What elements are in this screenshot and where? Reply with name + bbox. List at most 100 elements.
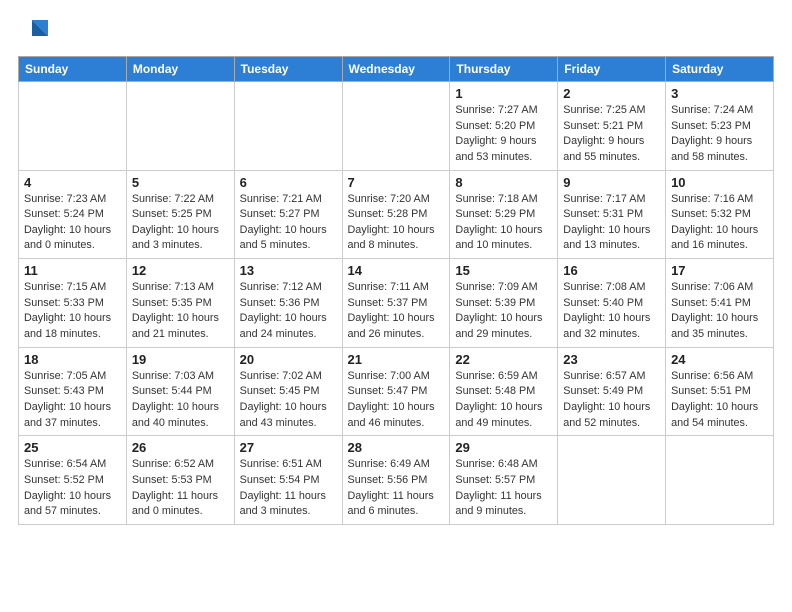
day-cell: 23 Sunrise: 6:57 AMSunset: 5:49 PMDayligh…: [558, 347, 666, 436]
day-cell: 14Sunrise: 7:11 AMSunset: 5:37 PMDayligh…: [342, 259, 450, 348]
day-cell: 16 Sunrise: 7:08 AMSunset: 5:40 PMDayligh…: [558, 259, 666, 348]
day-number: 29: [455, 440, 552, 455]
day-number: 12: [132, 263, 229, 278]
day-info: Sunrise: 7:22 AMSunset: 5:25 PMDaylight:…: [132, 192, 229, 255]
day-number: 21: [348, 352, 445, 367]
day-info: Sunrise: 7:18 AMSunset: 5:29 PMDaylight:…: [455, 192, 552, 255]
logo-icon: [22, 14, 52, 44]
day-cell: 17 Sunrise: 7:06 AMSunset: 5:41 PMDayligh…: [666, 259, 774, 348]
day-number: 22: [455, 352, 552, 367]
day-info: Sunrise: 7:03 AMSunset: 5:44 PMDaylight:…: [132, 369, 229, 432]
col-header-sunday: Sunday: [19, 57, 127, 82]
day-cell: 24 Sunrise: 6:56 AMSunset: 5:51 PMDayligh…: [666, 347, 774, 436]
day-info: Sunrise: 7:15 AMSunset: 5:33 PMDaylight:…: [24, 280, 121, 343]
day-info: Sunrise: 7:25 AMSunset: 5:21 PMDaylight:…: [563, 103, 660, 166]
day-info: Sunrise: 6:56 AMSunset: 5:51 PMDaylight:…: [671, 369, 768, 432]
day-info: Sunrise: 7:17 AMSunset: 5:31 PMDaylight:…: [563, 192, 660, 255]
day-cell: 9 Sunrise: 7:17 AMSunset: 5:31 PMDaylight…: [558, 170, 666, 259]
day-info: Sunrise: 6:54 AMSunset: 5:52 PMDaylight:…: [24, 457, 121, 520]
day-number: 11: [24, 263, 121, 278]
day-cell: 15 Sunrise: 7:09 AMSunset: 5:39 PMDayligh…: [450, 259, 558, 348]
day-cell: 20Sunrise: 7:02 AMSunset: 5:45 PMDayligh…: [234, 347, 342, 436]
week-row-5: 25Sunrise: 6:54 AMSunset: 5:52 PMDayligh…: [19, 436, 774, 525]
day-cell: 3 Sunrise: 7:24 AMSunset: 5:23 PMDaylight…: [666, 82, 774, 171]
day-cell: 5 Sunrise: 7:22 AMSunset: 5:25 PMDaylight…: [126, 170, 234, 259]
day-info: Sunrise: 6:48 AMSunset: 5:57 PMDaylight:…: [455, 457, 552, 520]
day-info: Sunrise: 7:06 AMSunset: 5:41 PMDaylight:…: [671, 280, 768, 343]
day-info: Sunrise: 7:24 AMSunset: 5:23 PMDaylight:…: [671, 103, 768, 166]
day-number: 17: [671, 263, 768, 278]
col-header-wednesday: Wednesday: [342, 57, 450, 82]
day-cell: 19 Sunrise: 7:03 AMSunset: 5:44 PMDayligh…: [126, 347, 234, 436]
calendar-body: 1 Sunrise: 7:27 AMSunset: 5:20 PMDaylight…: [19, 82, 774, 525]
day-number: 13: [240, 263, 337, 278]
day-info: Sunrise: 7:13 AMSunset: 5:35 PMDaylight:…: [132, 280, 229, 343]
day-info: Sunrise: 7:12 AMSunset: 5:36 PMDaylight:…: [240, 280, 337, 343]
page: SundayMondayTuesdayWednesdayThursdayFrid…: [0, 0, 792, 535]
day-number: 24: [671, 352, 768, 367]
day-cell: 13 Sunrise: 7:12 AMSunset: 5:36 PMDayligh…: [234, 259, 342, 348]
day-number: 3: [671, 86, 768, 101]
day-cell: 28Sunrise: 6:49 AMSunset: 5:56 PMDayligh…: [342, 436, 450, 525]
col-header-monday: Monday: [126, 57, 234, 82]
day-info: Sunrise: 6:49 AMSunset: 5:56 PMDaylight:…: [348, 457, 445, 520]
day-info: Sunrise: 7:16 AMSunset: 5:32 PMDaylight:…: [671, 192, 768, 255]
day-cell: 27 Sunrise: 6:51 AMSunset: 5:54 PMDayligh…: [234, 436, 342, 525]
col-header-tuesday: Tuesday: [234, 57, 342, 82]
week-row-1: 1 Sunrise: 7:27 AMSunset: 5:20 PMDaylight…: [19, 82, 774, 171]
week-row-3: 11 Sunrise: 7:15 AMSunset: 5:33 PMDayligh…: [19, 259, 774, 348]
day-number: 14: [348, 263, 445, 278]
day-cell: [558, 436, 666, 525]
day-cell: 21 Sunrise: 7:00 AMSunset: 5:47 PMDayligh…: [342, 347, 450, 436]
day-number: 10: [671, 175, 768, 190]
day-cell: [666, 436, 774, 525]
day-cell: 4Sunrise: 7:23 AMSunset: 5:24 PMDaylight…: [19, 170, 127, 259]
day-info: Sunrise: 7:09 AMSunset: 5:39 PMDaylight:…: [455, 280, 552, 343]
day-number: 20: [240, 352, 337, 367]
day-number: 7: [348, 175, 445, 190]
day-info: Sunrise: 7:27 AMSunset: 5:20 PMDaylight:…: [455, 103, 552, 166]
day-info: Sunrise: 7:05 AMSunset: 5:43 PMDaylight:…: [24, 369, 121, 432]
day-cell: 2 Sunrise: 7:25 AMSunset: 5:21 PMDaylight…: [558, 82, 666, 171]
day-number: 19: [132, 352, 229, 367]
day-number: 6: [240, 175, 337, 190]
day-cell: [126, 82, 234, 171]
day-number: 8: [455, 175, 552, 190]
day-cell: 7Sunrise: 7:20 AMSunset: 5:28 PMDaylight…: [342, 170, 450, 259]
col-header-thursday: Thursday: [450, 57, 558, 82]
day-number: 1: [455, 86, 552, 101]
day-cell: [19, 82, 127, 171]
day-number: 23: [563, 352, 660, 367]
day-number: 5: [132, 175, 229, 190]
day-info: Sunrise: 7:00 AMSunset: 5:47 PMDaylight:…: [348, 369, 445, 432]
calendar-header: SundayMondayTuesdayWednesdayThursdayFrid…: [19, 57, 774, 82]
day-number: 15: [455, 263, 552, 278]
day-cell: 6 Sunrise: 7:21 AMSunset: 5:27 PMDaylight…: [234, 170, 342, 259]
day-info: Sunrise: 6:57 AMSunset: 5:49 PMDaylight:…: [563, 369, 660, 432]
day-info: Sunrise: 6:52 AMSunset: 5:53 PMDaylight:…: [132, 457, 229, 520]
calendar-table: SundayMondayTuesdayWednesdayThursdayFrid…: [18, 56, 774, 525]
day-cell: 10 Sunrise: 7:16 AMSunset: 5:32 PMDayligh…: [666, 170, 774, 259]
logo: [18, 18, 52, 44]
header-row: SundayMondayTuesdayWednesdayThursdayFrid…: [19, 57, 774, 82]
day-number: 27: [240, 440, 337, 455]
day-number: 16: [563, 263, 660, 278]
day-number: 26: [132, 440, 229, 455]
day-cell: 8 Sunrise: 7:18 AMSunset: 5:29 PMDaylight…: [450, 170, 558, 259]
day-cell: 11 Sunrise: 7:15 AMSunset: 5:33 PMDayligh…: [19, 259, 127, 348]
day-cell: 25Sunrise: 6:54 AMSunset: 5:52 PMDayligh…: [19, 436, 127, 525]
week-row-2: 4Sunrise: 7:23 AMSunset: 5:24 PMDaylight…: [19, 170, 774, 259]
day-info: Sunrise: 7:21 AMSunset: 5:27 PMDaylight:…: [240, 192, 337, 255]
day-cell: 1 Sunrise: 7:27 AMSunset: 5:20 PMDaylight…: [450, 82, 558, 171]
day-number: 18: [24, 352, 121, 367]
col-header-friday: Friday: [558, 57, 666, 82]
day-info: Sunrise: 6:59 AMSunset: 5:48 PMDaylight:…: [455, 369, 552, 432]
day-cell: 12 Sunrise: 7:13 AMSunset: 5:35 PMDayligh…: [126, 259, 234, 348]
day-cell: 22 Sunrise: 6:59 AMSunset: 5:48 PMDayligh…: [450, 347, 558, 436]
day-number: 9: [563, 175, 660, 190]
day-info: Sunrise: 6:51 AMSunset: 5:54 PMDaylight:…: [240, 457, 337, 520]
day-info: Sunrise: 7:08 AMSunset: 5:40 PMDaylight:…: [563, 280, 660, 343]
day-number: 2: [563, 86, 660, 101]
day-cell: 18 Sunrise: 7:05 AMSunset: 5:43 PMDayligh…: [19, 347, 127, 436]
day-number: 4: [24, 175, 121, 190]
